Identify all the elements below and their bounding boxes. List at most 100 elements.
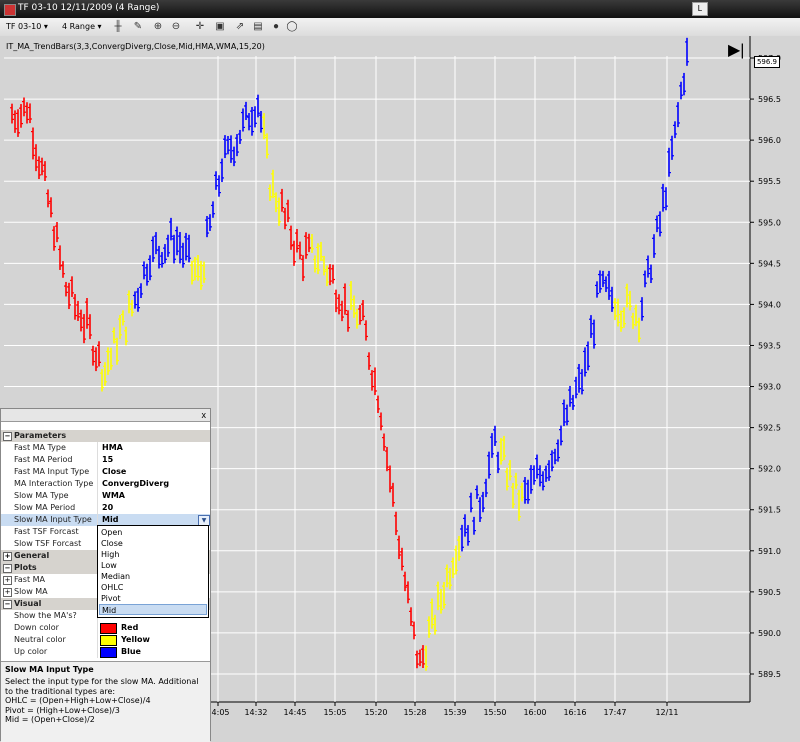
param-row[interactable]: Down color Red bbox=[1, 622, 210, 634]
category-parameters[interactable]: − Parameters bbox=[1, 430, 210, 442]
plot-name: Slow MA bbox=[14, 587, 48, 596]
param-name: Up color bbox=[14, 647, 48, 656]
strategy-icon[interactable]: ▤ bbox=[252, 21, 264, 33]
color-swatch[interactable] bbox=[100, 647, 117, 658]
param-value[interactable]: 15 bbox=[102, 454, 113, 466]
clock-icon[interactable]: ◯ bbox=[286, 21, 298, 33]
dropdown-option-selected[interactable]: Mid bbox=[99, 604, 207, 615]
x-tick-label: 15:50 bbox=[483, 708, 506, 717]
color-swatch[interactable] bbox=[100, 635, 117, 646]
param-row[interactable]: Fast MA Input Type Close bbox=[1, 466, 210, 478]
close-icon[interactable]: x bbox=[202, 409, 207, 421]
window-title-bar: TF 03-10 12/11/2009 (4 Range) L bbox=[0, 0, 800, 18]
instrument-label: TF 03-10 bbox=[6, 22, 42, 31]
period-label: 4 Range bbox=[62, 22, 95, 31]
color-swatch[interactable] bbox=[100, 623, 117, 634]
dropdown-option[interactable]: Open bbox=[99, 527, 207, 538]
x-tick-label: 17:47 bbox=[603, 708, 626, 717]
l-button[interactable]: L bbox=[692, 2, 708, 16]
color-name: Yellow bbox=[121, 635, 150, 644]
x-tick-label: 15:39 bbox=[443, 708, 466, 717]
collapse-icon[interactable]: − bbox=[3, 564, 12, 573]
param-name: Slow MA Input Type bbox=[14, 515, 92, 524]
collapse-icon[interactable]: − bbox=[3, 432, 12, 441]
expand-icon[interactable]: + bbox=[3, 552, 12, 561]
dropdown-option[interactable]: High bbox=[99, 549, 207, 560]
expand-icon[interactable]: + bbox=[3, 576, 12, 585]
y-tick-label: 595.0 bbox=[758, 218, 781, 227]
dropdown-option[interactable]: Low bbox=[99, 560, 207, 571]
y-tick-label: 589.5 bbox=[758, 670, 781, 679]
bar-chart-icon[interactable]: ╫ bbox=[112, 21, 124, 33]
color-name: Blue bbox=[121, 647, 141, 656]
chart-toolbar: TF 03-10 ▾ 4 Range ▾ ╫ ✎ ⊕ ⊖ ✛ ▣ ⇗ ▤ ● ◯ bbox=[0, 18, 800, 37]
param-value[interactable]: WMA bbox=[102, 490, 125, 502]
y-tick-label: 592.5 bbox=[758, 424, 781, 433]
period-selector[interactable]: 4 Range ▾ bbox=[62, 21, 102, 33]
param-row[interactable]: Slow MA Period 20 bbox=[1, 502, 210, 514]
param-row[interactable]: Up color Blue bbox=[1, 646, 210, 658]
x-tick-label: 14:32 bbox=[244, 708, 267, 717]
category-label: Parameters bbox=[14, 431, 67, 440]
param-row[interactable]: Neutral color Yellow bbox=[1, 634, 210, 646]
current-price-tag: 596.9 bbox=[754, 56, 780, 68]
y-tick-label: 590.0 bbox=[758, 629, 781, 638]
y-tick-label: 590.5 bbox=[758, 588, 781, 597]
properties-icon[interactable]: ● bbox=[270, 21, 282, 33]
description-title: Slow MA Input Type bbox=[5, 665, 94, 674]
zoom-out-icon[interactable]: ⊖ bbox=[170, 21, 182, 33]
param-value[interactable]: 20 bbox=[102, 502, 113, 514]
param-name: Slow MA Period bbox=[14, 503, 76, 512]
app-icon bbox=[4, 4, 16, 16]
collapse-icon[interactable]: − bbox=[3, 600, 12, 609]
dropdown-option[interactable]: Median bbox=[99, 571, 207, 582]
y-tick-label: 591.5 bbox=[758, 506, 781, 515]
x-tick-label: 15:05 bbox=[323, 708, 346, 717]
zoom-in-icon[interactable]: ⊕ bbox=[152, 21, 164, 33]
x-tick-label: 16:00 bbox=[523, 708, 546, 717]
x-tick-label: 15:28 bbox=[403, 708, 426, 717]
expand-icon[interactable]: + bbox=[3, 588, 12, 597]
y-tick-label: 593.5 bbox=[758, 341, 781, 350]
param-name: Slow MA Type bbox=[14, 491, 69, 500]
dropdown-option[interactable]: Pivot bbox=[99, 593, 207, 604]
param-value[interactable]: HMA bbox=[102, 442, 123, 454]
scroll-to-end-icon[interactable]: ▶| bbox=[728, 42, 748, 60]
y-tick-label: 594.0 bbox=[758, 300, 781, 309]
param-name: Fast MA Input Type bbox=[14, 467, 90, 476]
instrument-selector[interactable]: TF 03-10 ▾ bbox=[6, 21, 48, 33]
param-value[interactable]: Close bbox=[102, 466, 126, 478]
dropdown-option[interactable]: Close bbox=[99, 538, 207, 549]
x-tick-label: 12/11 bbox=[655, 708, 678, 717]
param-name: Down color bbox=[14, 623, 59, 632]
y-tick-label: 591.0 bbox=[758, 547, 781, 556]
dropdown-option[interactable]: OHLC bbox=[99, 582, 207, 593]
indicator-icon[interactable]: ⇗ bbox=[234, 21, 246, 33]
input-type-dropdown[interactable]: Open Close High Low Median OHLC Pivot Mi… bbox=[97, 525, 209, 618]
y-tick-label: 596.0 bbox=[758, 136, 781, 145]
param-row[interactable]: Fast MA Type HMA bbox=[1, 442, 210, 454]
y-tick-label: 592.0 bbox=[758, 465, 781, 474]
indicator-label: IT_MA_TrendBars(3,3,ConvergDiverg,Close,… bbox=[6, 42, 265, 51]
pencil-icon[interactable]: ✎ bbox=[132, 21, 144, 33]
data-box-icon[interactable]: ▣ bbox=[214, 21, 226, 33]
param-value[interactable]: ConvergDiverg bbox=[102, 478, 169, 490]
param-name: Slow TSF Forcast bbox=[14, 539, 82, 548]
crosshair-icon[interactable]: ✛ bbox=[194, 21, 206, 33]
color-name: Red bbox=[121, 623, 139, 632]
category-label: Plots bbox=[14, 563, 37, 572]
y-tick-label: 594.5 bbox=[758, 259, 781, 268]
category-label: General bbox=[14, 551, 50, 560]
param-row[interactable]: Fast MA Period 15 bbox=[1, 454, 210, 466]
x-tick-label: 14:45 bbox=[283, 708, 306, 717]
param-row[interactable]: Slow MA Type WMA bbox=[1, 490, 210, 502]
param-row[interactable]: MA Interaction Type ConvergDiverg bbox=[1, 478, 210, 490]
panel-header: x bbox=[1, 409, 210, 422]
description-box: Slow MA Input Type Select the input type… bbox=[1, 661, 210, 742]
y-tick-label: 595.5 bbox=[758, 177, 781, 186]
param-name: Fast MA Period bbox=[14, 455, 73, 464]
plot-name: Fast MA bbox=[14, 575, 45, 584]
param-name: Fast TSF Forcast bbox=[14, 527, 79, 536]
x-tick-label: 16:16 bbox=[563, 708, 586, 717]
y-tick-label: 596.5 bbox=[758, 95, 781, 104]
